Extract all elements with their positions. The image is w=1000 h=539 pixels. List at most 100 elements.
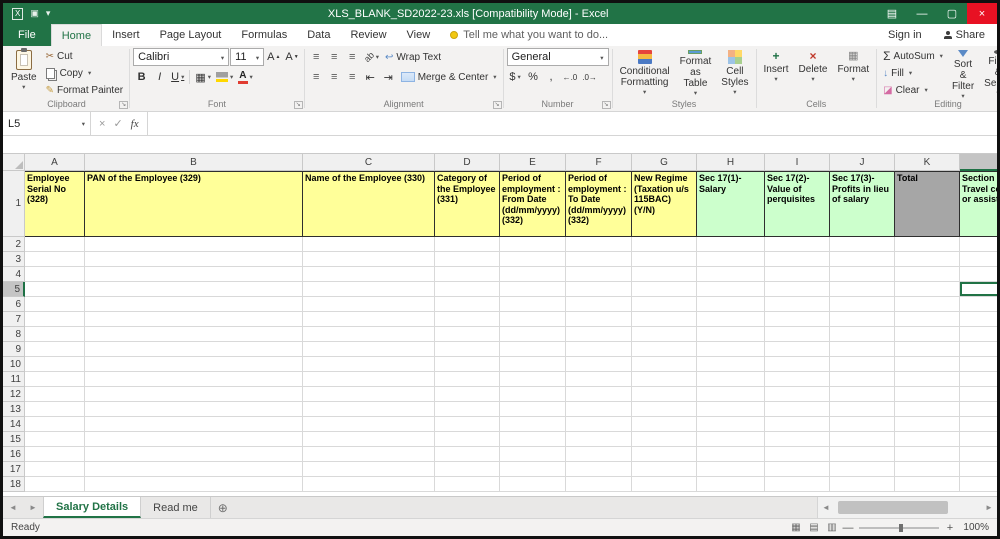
accounting-format-button[interactable]: $ bbox=[507, 68, 524, 86]
header-cell-I1[interactable]: Sec 17(2)- Value of perquisites bbox=[765, 171, 830, 237]
cell-F11[interactable] bbox=[566, 372, 632, 387]
insert-cells-button[interactable]: + Insert bbox=[760, 48, 793, 98]
row-header-5[interactable]: 5 bbox=[3, 282, 25, 297]
cell-E14[interactable] bbox=[500, 417, 566, 432]
cell-F17[interactable] bbox=[566, 462, 632, 477]
cell-H11[interactable] bbox=[697, 372, 765, 387]
header-cell-L1[interactable]: Section 10(5)- Travel concession or assi… bbox=[960, 171, 997, 237]
cell-L17[interactable] bbox=[960, 462, 997, 477]
cell-B2[interactable] bbox=[85, 237, 303, 252]
cell-L15[interactable] bbox=[960, 432, 997, 447]
cell-J13[interactable] bbox=[830, 402, 895, 417]
cell-F15[interactable] bbox=[566, 432, 632, 447]
cell-J14[interactable] bbox=[830, 417, 895, 432]
cell-I13[interactable] bbox=[765, 402, 830, 417]
cell-A4[interactable] bbox=[25, 267, 85, 282]
cell-I6[interactable] bbox=[765, 297, 830, 312]
scroll-thumb[interactable] bbox=[838, 501, 948, 514]
cell-D7[interactable] bbox=[435, 312, 500, 327]
cell-F9[interactable] bbox=[566, 342, 632, 357]
tell-me-box[interactable]: Tell me what you want to do... bbox=[440, 24, 618, 46]
cell-D18[interactable] bbox=[435, 477, 500, 492]
row-header-8[interactable]: 8 bbox=[3, 327, 25, 342]
cell-B10[interactable] bbox=[85, 357, 303, 372]
cell-D9[interactable] bbox=[435, 342, 500, 357]
cell-B8[interactable] bbox=[85, 327, 303, 342]
select-all-corner[interactable] bbox=[3, 154, 25, 171]
cell-D14[interactable] bbox=[435, 417, 500, 432]
cell-D6[interactable] bbox=[435, 297, 500, 312]
cell-D17[interactable] bbox=[435, 462, 500, 477]
row-header-6[interactable]: 6 bbox=[3, 297, 25, 312]
cell-H9[interactable] bbox=[697, 342, 765, 357]
cell-J10[interactable] bbox=[830, 357, 895, 372]
tab-home[interactable]: Home bbox=[50, 24, 103, 46]
cell-K17[interactable] bbox=[895, 462, 960, 477]
format-as-table-button[interactable]: Format as Table bbox=[676, 48, 716, 98]
cell-L6[interactable] bbox=[960, 297, 997, 312]
tab-data[interactable]: Data bbox=[297, 24, 340, 46]
ribbon-display-options-button[interactable]: ▤ bbox=[877, 3, 907, 24]
header-cell-D1[interactable]: Category of the Employee (331) bbox=[435, 171, 500, 237]
cell-B14[interactable] bbox=[85, 417, 303, 432]
cell-C14[interactable] bbox=[303, 417, 435, 432]
cell-J5[interactable] bbox=[830, 282, 895, 297]
zoom-out-button[interactable]: — bbox=[841, 522, 855, 534]
row-header-11[interactable]: 11 bbox=[3, 372, 25, 387]
cell-H4[interactable] bbox=[697, 267, 765, 282]
cell-H5[interactable] bbox=[697, 282, 765, 297]
minimize-button[interactable]: — bbox=[907, 3, 937, 24]
format-painter-button[interactable]: ✎ Format Painter bbox=[43, 82, 127, 98]
zoom-slider[interactable] bbox=[859, 523, 939, 532]
cell-G15[interactable] bbox=[632, 432, 697, 447]
sort-filter-button[interactable]: Sort & Filter bbox=[948, 48, 978, 98]
cell-L7[interactable] bbox=[960, 312, 997, 327]
cell-G13[interactable] bbox=[632, 402, 697, 417]
cell-F5[interactable] bbox=[566, 282, 632, 297]
cell-E2[interactable] bbox=[500, 237, 566, 252]
cell-I8[interactable] bbox=[765, 327, 830, 342]
cell-A2[interactable] bbox=[25, 237, 85, 252]
close-button[interactable]: × bbox=[967, 3, 997, 24]
cell-L10[interactable] bbox=[960, 357, 997, 372]
bold-button[interactable]: B bbox=[133, 68, 150, 86]
cell-L3[interactable] bbox=[960, 252, 997, 267]
row-header-15[interactable]: 15 bbox=[3, 432, 25, 447]
column-header-I[interactable]: I bbox=[765, 154, 830, 171]
cell-K2[interactable] bbox=[895, 237, 960, 252]
cell-F16[interactable] bbox=[566, 447, 632, 462]
font-size-select[interactable]: 11 bbox=[230, 48, 265, 66]
cell-L4[interactable] bbox=[960, 267, 997, 282]
cell-I15[interactable] bbox=[765, 432, 830, 447]
tab-view[interactable]: View bbox=[397, 24, 441, 46]
cell-D15[interactable] bbox=[435, 432, 500, 447]
row-header-1[interactable]: 1 bbox=[3, 171, 25, 237]
fill-button[interactable]: ↓ Fill bbox=[880, 65, 946, 81]
top-align-button[interactable]: ≡ bbox=[308, 48, 325, 66]
cell-A8[interactable] bbox=[25, 327, 85, 342]
cell-G5[interactable] bbox=[632, 282, 697, 297]
row-header-7[interactable]: 7 bbox=[3, 312, 25, 327]
customize-qat-icon[interactable]: ▾ bbox=[46, 8, 51, 19]
cell-H3[interactable] bbox=[697, 252, 765, 267]
cell-A18[interactable] bbox=[25, 477, 85, 492]
align-left-button[interactable]: ≡ bbox=[308, 68, 325, 86]
cell-C10[interactable] bbox=[303, 357, 435, 372]
cell-D4[interactable] bbox=[435, 267, 500, 282]
cell-E6[interactable] bbox=[500, 297, 566, 312]
cell-G11[interactable] bbox=[632, 372, 697, 387]
cell-C3[interactable] bbox=[303, 252, 435, 267]
decrease-decimal-button[interactable]: .0→ bbox=[580, 68, 599, 86]
sheet-tab-salary-details[interactable]: Salary Details bbox=[43, 497, 142, 518]
cell-C4[interactable] bbox=[303, 267, 435, 282]
sheet-nav-left-icon[interactable]: ◄ bbox=[3, 497, 23, 518]
cell-H13[interactable] bbox=[697, 402, 765, 417]
cell-K4[interactable] bbox=[895, 267, 960, 282]
cell-F7[interactable] bbox=[566, 312, 632, 327]
share-button[interactable]: Share bbox=[932, 24, 997, 46]
cell-D16[interactable] bbox=[435, 447, 500, 462]
delete-cells-button[interactable]: × Delete bbox=[795, 48, 832, 98]
cell-J17[interactable] bbox=[830, 462, 895, 477]
bottom-align-button[interactable]: ≡ bbox=[344, 48, 361, 66]
cell-C18[interactable] bbox=[303, 477, 435, 492]
